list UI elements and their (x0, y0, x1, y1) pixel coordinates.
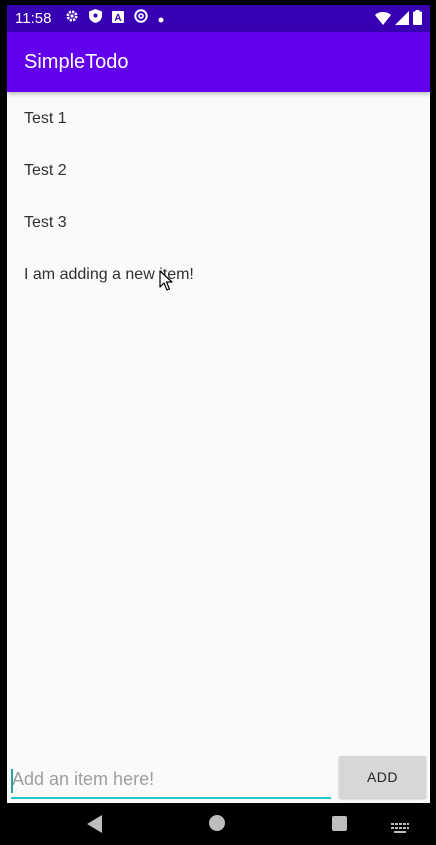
gear-icon (65, 9, 79, 28)
add-item-row: ADD (7, 753, 430, 803)
back-icon[interactable] (87, 815, 103, 838)
a-box-icon: A (112, 10, 125, 28)
new-item-input[interactable] (11, 761, 331, 799)
list-item[interactable]: Test 2 (7, 145, 430, 197)
status-time: 11:58 (15, 10, 52, 27)
status-right-icons (375, 10, 422, 30)
status-left-icons: A (65, 9, 164, 28)
mouse-pointer-icon (159, 270, 173, 297)
list-item[interactable]: I am adding a new item! (7, 249, 430, 301)
navigation-bar (7, 803, 430, 845)
app-bar: SimpleTodo (7, 32, 430, 92)
at-circle-icon (134, 9, 149, 28)
device-frame: 11:58 A SimpleTodo Test 1 Test 2 Test 3 … (0, 0, 436, 845)
shield-icon (89, 9, 103, 28)
signal-icon (395, 10, 409, 30)
add-button[interactable]: ADD (339, 756, 426, 798)
home-icon[interactable] (209, 815, 225, 831)
screen: 11:58 A SimpleTodo Test 1 Test 2 Test 3 … (7, 5, 430, 845)
list-item[interactable]: Test 3 (7, 197, 430, 249)
todo-list[interactable]: Test 1 Test 2 Test 3 I am adding a new i… (7, 93, 430, 301)
svg-text:A: A (115, 13, 122, 23)
status-bar: 11:58 A (7, 5, 430, 32)
dot-icon (158, 10, 164, 28)
keyboard-icon[interactable] (391, 820, 409, 838)
battery-icon (413, 10, 422, 30)
wifi-icon (375, 11, 391, 30)
app-title: SimpleTodo (24, 50, 129, 73)
text-cursor (11, 769, 13, 793)
list-item[interactable]: Test 1 (7, 93, 430, 145)
recents-icon[interactable] (332, 816, 347, 831)
